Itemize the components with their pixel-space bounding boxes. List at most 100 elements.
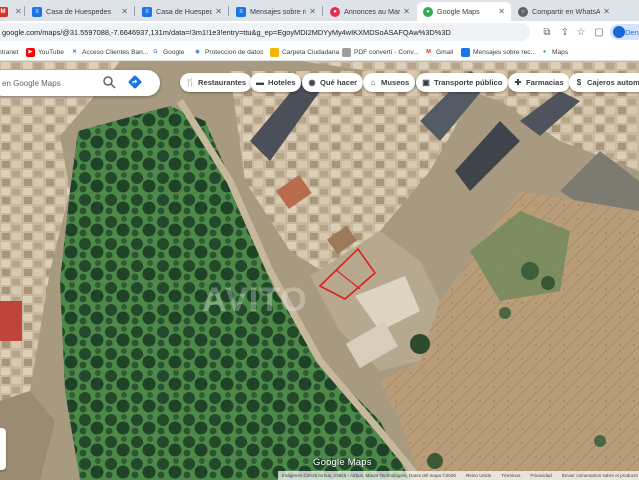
chip-hoteles[interactable]: ▬ Hoteles (250, 73, 302, 92)
doc-favicon-icon: ≡ (32, 6, 42, 17)
bookmark-label: Google (163, 48, 185, 56)
bookmark-maps[interactable]: ● Maps (540, 46, 568, 58)
tab-2[interactable]: ≡ Casa de Huespedes ✕ (136, 2, 228, 21)
close-tab-icon[interactable]: ✕ (603, 7, 610, 16)
youtube-icon: ▶ (26, 47, 35, 57)
bookmarks-bar: ntranet ▶ YouTube ✕ Acceso Clientes Ban.… (0, 43, 639, 61)
avito-favicon-icon: ● (330, 6, 340, 17)
shield-icon: ◉ (193, 47, 202, 57)
doc-favicon-icon: ≡ (236, 6, 246, 17)
address-bar[interactable]: google.com/maps/@31.5597088,-7.6646937,1… (0, 23, 530, 41)
profile-button[interactable]: Den (610, 24, 639, 40)
bookmark-label: Proteccion de datos (205, 48, 264, 56)
chip-label: Farmacias (526, 78, 564, 87)
tab-1[interactable]: ≡ Casa de Huespedes ✕ (26, 2, 134, 21)
camera-icon: ◉ (308, 78, 316, 87)
satellite-map[interactable]: AVITO (0, 61, 639, 480)
chip-restaurantes[interactable]: 🍴 Restaurantes (180, 73, 253, 92)
address-url: google.com/maps/@31.5597088,-7.6646937,1… (2, 27, 451, 37)
chip-farmacias[interactable]: ✚ Farmacias (508, 73, 570, 92)
chip-label: Cajeros autom (587, 78, 639, 87)
share-icon[interactable]: ⇪ (558, 25, 572, 39)
close-tab-icon[interactable]: ✕ (215, 7, 222, 16)
google-maps-logo: Google Maps (313, 457, 372, 468)
close-tab-icon[interactable]: ✕ (403, 7, 410, 16)
bookmark-label: PDF convertí - Conv... (354, 48, 419, 56)
directions-icon[interactable] (128, 75, 142, 89)
avito-watermark: AVITO (202, 281, 308, 319)
search-input[interactable]: en Google Maps (2, 79, 61, 88)
tab-0[interactable]: M ✕ (0, 2, 22, 21)
feedback-link[interactable]: Enviar comentarios sobre el producto (562, 473, 638, 478)
tab-strip: M ✕ ≡ Casa de Huespedes ✕ ≡ Casa de Hues… (0, 0, 639, 21)
bookmark-bank[interactable]: ✕ Acceso Clientes Ban... (70, 46, 148, 58)
tab-6-title: Compartir en WhatsA (532, 7, 601, 16)
privacy-link[interactable]: Privacidad (530, 473, 551, 478)
tab-4-title: Annonces au Maroc (344, 7, 401, 16)
bookmark-pdf[interactable]: PDF convertí - Conv... (342, 46, 419, 58)
bookmark-proteccion[interactable]: ◉ Proteccion de datos (193, 46, 263, 58)
bookmark-star-icon[interactable]: ☆ (574, 25, 588, 39)
bookmark-label: ntranet (0, 48, 19, 56)
layers-control[interactable] (0, 428, 6, 470)
bookmark-label: Mensajes sobre rec... (473, 48, 537, 56)
bookmark-gmail[interactable]: M Gmail (424, 46, 453, 58)
folder-icon (270, 47, 279, 57)
bookmark-label: Gmail (436, 48, 454, 56)
doc-icon (461, 47, 470, 57)
extensions-icon[interactable]: ▢ (592, 25, 606, 39)
maps-search-box[interactable]: en Google Maps (0, 70, 160, 96)
satellite-imagery (0, 61, 639, 480)
bookmark-youtube[interactable]: ▶ YouTube (26, 46, 64, 58)
chip-label: Museos (381, 78, 410, 87)
doc-favicon-icon: ≡ (142, 6, 152, 17)
gmail-icon: M (424, 47, 433, 57)
tab-3[interactable]: ≡ Mensajes sobre reci ✕ (230, 2, 322, 21)
close-tab-icon[interactable]: ✕ (498, 7, 505, 16)
chip-label: Restaurantes (198, 78, 247, 87)
tab-4[interactable]: ● Annonces au Maroc ✕ (324, 2, 416, 21)
bank-icon: ✕ (70, 47, 79, 57)
bookmark-label: Maps (552, 48, 569, 56)
pdf-icon (342, 47, 351, 57)
tab-5-active[interactable]: ● Google Maps ✕ (417, 2, 511, 21)
bookmark-label: Carpeta Ciudadana (282, 48, 340, 56)
attribution-region[interactable]: Reino Unido (466, 473, 491, 478)
tab-1-title: Casa de Huespedes (46, 7, 112, 16)
bookmark-label: Acceso Clientes Ban... (82, 48, 149, 56)
attribution-imagery: Imágenes ©2026 Airbus, CNES / Airbus, Ma… (282, 473, 456, 478)
museum-icon: ⌂ (370, 78, 376, 87)
chip-que-hacer[interactable]: ◉ Qué hacer (302, 73, 364, 92)
terms-link[interactable]: Términos (501, 473, 520, 478)
restaurant-icon: 🍴 (185, 78, 195, 87)
chip-label: Qué hacer (320, 78, 358, 87)
bookmark-carpeta[interactable]: Carpeta Ciudadana (270, 46, 339, 58)
bookmark-google[interactable]: G Google (151, 46, 184, 58)
tab-3-title: Mensajes sobre reci (250, 7, 306, 16)
install-icon[interactable]: ⧉ (540, 25, 554, 39)
bookmark-intranet[interactable]: ntranet (0, 46, 19, 58)
tab-6[interactable]: ○ Compartir en WhatsA ✕ (512, 2, 616, 21)
google-icon: G (151, 47, 160, 57)
maps-pin-icon: ● (540, 47, 549, 57)
red-roof-building (0, 301, 22, 341)
chip-label: Hoteles (268, 78, 296, 87)
atm-icon: $ (576, 78, 582, 87)
chip-cajeros[interactable]: $ Cajeros autom (569, 73, 639, 92)
maps-favicon-icon: ● (423, 6, 433, 17)
avatar (613, 26, 625, 38)
close-tab-icon[interactable]: ✕ (309, 7, 316, 16)
map-attribution: Imágenes ©2026 Airbus, CNES / Airbus, Ma… (278, 471, 639, 480)
search-icon[interactable] (102, 75, 116, 89)
transit-icon: ▣ (422, 78, 430, 87)
bookmark-mensajes[interactable]: Mensajes sobre rec... (461, 46, 536, 58)
profile-label: Den (625, 27, 639, 37)
chip-museos[interactable]: ⌂ Museos (363, 73, 416, 92)
browser-toolbar: google.com/maps/@31.5597088,-7.6646937,1… (0, 21, 639, 43)
close-tab-icon[interactable]: ✕ (15, 7, 22, 16)
chip-label: Transporte público (434, 78, 503, 87)
gmail-favicon-icon: M (0, 6, 8, 17)
tab-2-title: Casa de Huespedes (156, 7, 213, 16)
close-tab-icon[interactable]: ✕ (121, 7, 128, 16)
chip-transporte[interactable]: ▣ Transporte público (416, 73, 509, 92)
